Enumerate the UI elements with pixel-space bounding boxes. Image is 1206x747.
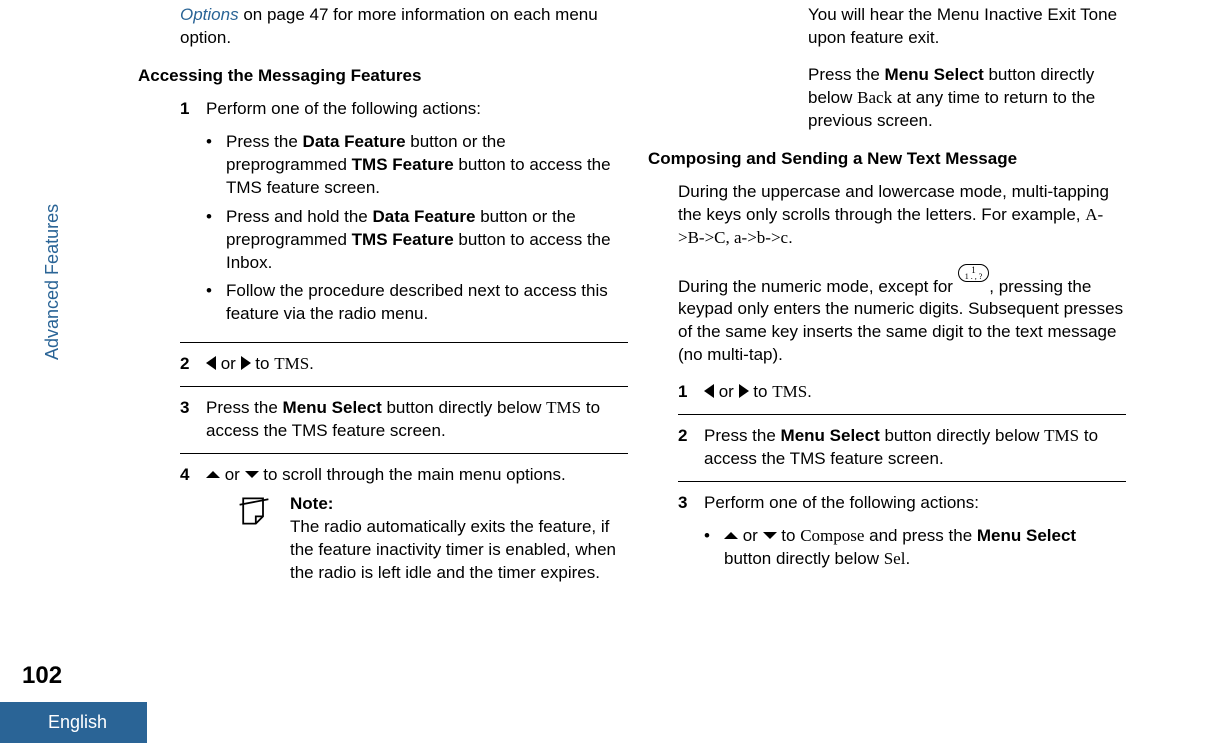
t: and press the [864,526,976,545]
note-label: Note: [290,493,628,516]
t: Press the [226,132,303,151]
compose-label: Compose [800,526,864,545]
t: or [216,354,241,373]
bullet-r3: or to Compose and press the Menu Select … [704,525,1126,571]
tms-label: TMS [772,382,807,401]
step-number: 2 [180,353,194,376]
heading-composing: Composing and Sending a New Text Message [648,149,1126,169]
arrow-right-icon [739,384,749,398]
menu-select-label: Menu Select [885,65,984,84]
data-feature-label: Data Feature [372,207,475,226]
step-4: 4 or to scroll through the main menu opt… [180,464,628,585]
divider [180,386,628,387]
sel-label: Sel [884,549,906,568]
divider [678,414,1126,415]
key-1-icon: 11 . , ? [958,264,990,282]
back-label: Back [857,88,892,107]
step-3: 3 Press the Menu Select button directly … [180,397,628,443]
menu-select-label: Menu Select [781,426,880,445]
t: button directly below [382,398,546,417]
step-1: 1 Perform one of the following actions: … [180,98,628,332]
t: or [220,465,245,484]
divider [180,342,628,343]
menu-select-label: Menu Select [977,526,1076,545]
step-number: 3 [678,492,692,577]
tms-label: TMS [1044,426,1079,445]
menu-select-label: Menu Select [283,398,382,417]
step-number: 2 [678,425,692,471]
language-tab: English [0,702,147,743]
t: Perform one of the following actions: [704,493,979,512]
arrow-down-icon [763,532,777,539]
t: Press the [206,398,283,417]
step-2: 2 or to TMS. [180,353,628,376]
t: to [749,382,773,401]
arrow-right-icon [241,356,251,370]
step-number: 3 [180,397,194,443]
arrow-left-icon [704,384,714,398]
top-continuation-text: on page 47 for more information on each … [180,5,598,47]
tms-feature-label: TMS Feature [352,155,454,174]
t: During the uppercase and lowercase mode,… [678,182,1109,224]
arrow-up-icon [206,471,220,478]
t: button directly below [880,426,1044,445]
t: . [807,382,812,401]
options-link: Options [180,5,239,24]
step-number: 4 [180,464,194,585]
arrow-left-icon [206,356,216,370]
t: button directly below [724,549,884,568]
t: to [777,526,801,545]
t: or [714,382,739,401]
r-p1: During the uppercase and lowercase mode,… [678,181,1126,250]
divider [180,453,628,454]
step-number: 1 [180,98,194,332]
t: . [788,228,793,247]
t: to scroll through the main menu options. [259,465,566,484]
bullet-1a: Press the Data Feature button or the pre… [206,131,628,200]
r-top2: Press the Menu Select button directly be… [808,64,1126,133]
step1-text: Perform one of the following actions: [206,99,481,118]
t: Press and hold the [226,207,372,226]
t: Follow the procedure described next to a… [226,280,628,326]
t: During the numeric mode, except for [678,277,958,296]
key-sublabel: 1 . , ? [965,272,983,281]
r-p2: During the numeric mode, except for 11 .… [678,264,1126,368]
t: Press the [808,65,885,84]
t: . [905,549,910,568]
heading-accessing: Accessing the Messaging Features [138,66,628,86]
r-step-1: 1 or to TMS. [678,381,1126,404]
tms-label: TMS [274,354,309,373]
t: . [309,354,314,373]
r-top1: You will hear the Menu Inactive Exit Ton… [808,4,1126,50]
r-step-3: 3 Perform one of the following actions: … [678,492,1126,577]
top-continuation: Options on page 47 for more information … [180,4,628,50]
t: or [738,526,763,545]
t: Press the [704,426,781,445]
divider [678,481,1126,482]
note-icon [236,493,272,529]
section-sidebar: Advanced Features [42,204,63,360]
arrow-down-icon [245,471,259,478]
tms-label: TMS [546,398,581,417]
page-number: 102 [22,662,62,690]
arrow-up-icon [724,532,738,539]
bullet-1b: Press and hold the Data Feature button o… [206,206,628,275]
data-feature-label: Data Feature [303,132,406,151]
t: to [251,354,275,373]
bullet-1c: Follow the procedure described next to a… [206,280,628,326]
r-step-2: 2 Press the Menu Select button directly … [678,425,1126,471]
step-number: 1 [678,381,692,404]
note-body: The radio automatically exits the featur… [290,516,628,585]
note-block: Note: The radio automatically exits the … [236,493,628,585]
tms-feature-label: TMS Feature [352,230,454,249]
